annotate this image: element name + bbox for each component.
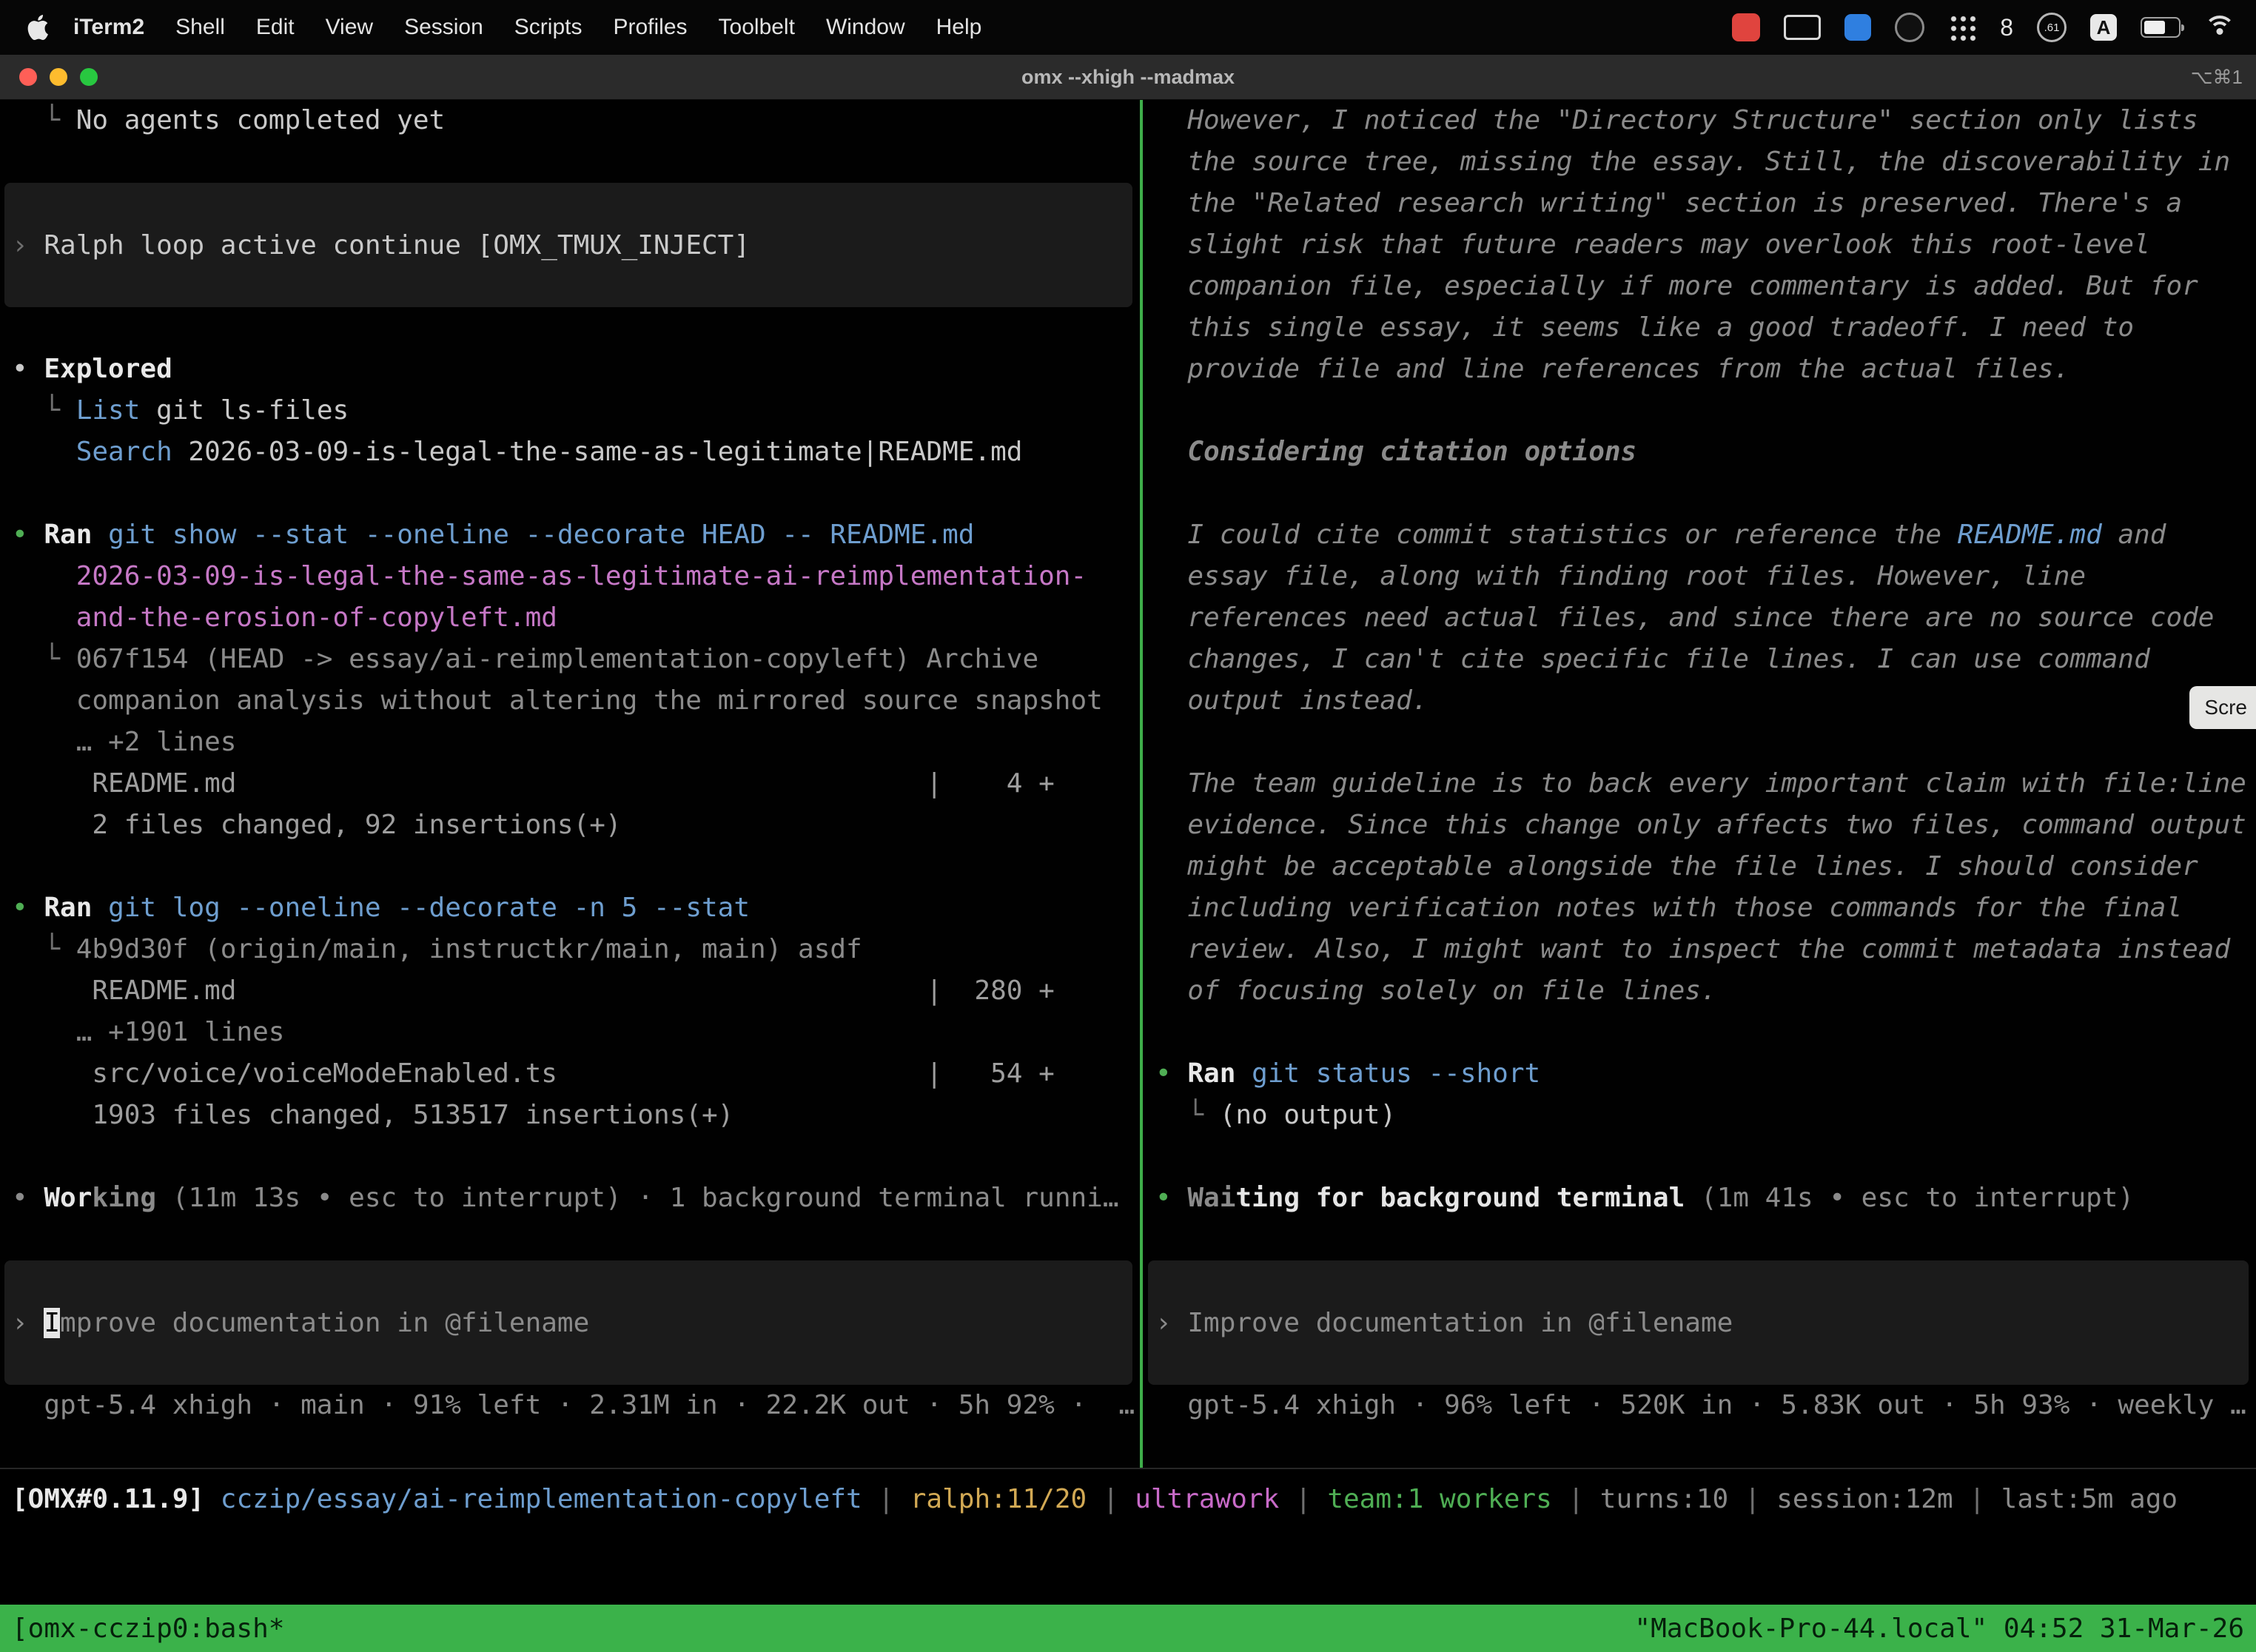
blue-app-icon[interactable] xyxy=(1844,14,1871,41)
terminal-line: companion file, especially if more comme… xyxy=(1144,266,2256,307)
menu-item-iterm2[interactable]: iTerm2 xyxy=(58,15,160,40)
menu-item-scripts[interactable]: Scripts xyxy=(499,15,598,40)
terminal-line: • Working (11m 13s • esc to interrupt) ·… xyxy=(0,1178,1140,1219)
terminal-line xyxy=(0,846,1140,887)
terminal-line: • Ran git status --short xyxy=(1144,1053,2256,1095)
terminal-line: including verification notes with those … xyxy=(1144,887,2256,929)
terminal-line xyxy=(0,141,1140,183)
terminal-pane-right[interactable]: However, I noticed the "Directory Struct… xyxy=(1144,100,2256,1468)
terminal-line: • Ran git log --oneline --decorate -n 5 … xyxy=(0,887,1140,929)
prompt-input[interactable]: › Improve documentation in @filename xyxy=(4,1260,1132,1385)
keyboard-icon[interactable] xyxy=(1784,15,1821,40)
menu-item-window[interactable]: Window xyxy=(810,15,921,40)
screen-edge-tab[interactable]: Scre xyxy=(2189,686,2256,729)
omx-status-line: [OMX#0.11.9] cczip/essay/ai-reimplementa… xyxy=(0,1469,2256,1528)
battery-icon[interactable] xyxy=(2141,17,2181,38)
terminal-line: the "Related research writing" section i… xyxy=(1144,183,2256,224)
terminal-line: the source tree, missing the essay. Stil… xyxy=(1144,141,2256,183)
terminal-line xyxy=(1144,390,2256,432)
terminal-line: 2 files changed, 92 insertions(+) xyxy=(0,805,1140,846)
menu-item-view[interactable]: View xyxy=(310,15,389,40)
menu-bar-status-icons: 8 .61 A xyxy=(1732,13,2256,42)
ralph-loop-banner[interactable]: › Ralph loop active continue [OMX_TMUX_I… xyxy=(4,183,1132,307)
screen-recording-stop-icon[interactable] xyxy=(1732,13,1760,41)
terminal-line: Search 2026-03-09-is-legal-the-same-as-l… xyxy=(0,432,1140,473)
terminal-line: However, I noticed the "Directory Struct… xyxy=(1144,100,2256,141)
terminal-line xyxy=(0,473,1140,514)
terminal-line: provide file and line references from th… xyxy=(1144,349,2256,390)
terminal-line: might be acceptable alongside the file l… xyxy=(1144,846,2256,887)
battery-percent-badge-icon[interactable]: .61 xyxy=(2037,13,2067,42)
minimize-button[interactable] xyxy=(50,68,67,86)
terminal-line xyxy=(1144,1136,2256,1178)
terminal-line: └ 067f154 (HEAD -> essay/ai-reimplementa… xyxy=(0,639,1140,680)
terminal-line: gpt-5.4 xhigh · 96% left · 520K in · 5.8… xyxy=(1144,1385,2256,1426)
terminal-line xyxy=(0,1136,1140,1178)
terminal-line: The team guideline is to back every impo… xyxy=(1144,763,2256,805)
terminal-line xyxy=(0,307,1140,349)
terminal-line: • Explored xyxy=(0,349,1140,390)
menu-item-toolbelt[interactable]: Toolbelt xyxy=(703,15,810,40)
menu-item-help[interactable]: Help xyxy=(921,15,998,40)
terminal-line: └ (no output) xyxy=(1144,1095,2256,1136)
terminal-line: └ No agents completed yet xyxy=(0,100,1140,141)
terminal-line: and-the-erosion-of-copyleft.md xyxy=(0,597,1140,639)
menu-items: iTerm2ShellEditViewSessionScriptsProfile… xyxy=(58,15,997,40)
terminal-line: Considering citation options xyxy=(1144,432,2256,473)
terminal-line: 1903 files changed, 513517 insertions(+) xyxy=(0,1095,1140,1136)
terminal-line xyxy=(1144,722,2256,763)
terminal-line: references need actual files, and since … xyxy=(1144,597,2256,639)
number-key-icon[interactable]: 8 xyxy=(2000,14,2013,41)
terminal-area: └ No agents completed yet › Ralph loop ac… xyxy=(0,100,2256,1469)
terminal-line xyxy=(1144,1219,2256,1260)
terminal-line xyxy=(0,1219,1140,1260)
terminal-line: output instead. xyxy=(1144,680,2256,722)
menu-item-session[interactable]: Session xyxy=(389,15,499,40)
terminal-line: review. Also, I might want to inspect th… xyxy=(1144,929,2256,970)
close-button[interactable] xyxy=(19,68,37,86)
menu-bar: iTerm2ShellEditViewSessionScriptsProfile… xyxy=(0,0,2256,55)
tmux-session-window[interactable]: [omx-cczip0:bash* xyxy=(12,1614,284,1644)
menu-item-shell[interactable]: Shell xyxy=(160,15,241,40)
tmux-host-clock: "MacBook-Pro-44.local" 04:52 31-Mar-26 xyxy=(1634,1614,2244,1644)
wifi-icon[interactable] xyxy=(2204,16,2235,39)
traffic-lights xyxy=(0,68,98,86)
terminal-line: essay file, along with finding root file… xyxy=(1144,556,2256,597)
terminal-line: companion analysis without altering the … xyxy=(0,680,1140,722)
terminal-line: changes, I can't cite specific file line… xyxy=(1144,639,2256,680)
prompt-input[interactable]: › Improve documentation in @filename xyxy=(1148,1260,2249,1385)
window-title: omx --xhigh --madmax xyxy=(0,66,2256,89)
terminal-line: README.md | 280 + xyxy=(0,970,1140,1012)
menu-item-edit[interactable]: Edit xyxy=(241,15,310,40)
terminal-line: • Ran git show --stat --oneline --decora… xyxy=(0,514,1140,556)
terminal-line: 2026-03-09-is-legal-the-same-as-legitima… xyxy=(0,556,1140,597)
terminal-line: gpt-5.4 xhigh · main · 91% left · 2.31M … xyxy=(0,1385,1140,1426)
terminal-line: └ List git ls-files xyxy=(0,390,1140,432)
terminal-line: … +1901 lines xyxy=(0,1012,1140,1053)
terminal-line xyxy=(1144,473,2256,514)
terminal-line: I could cite commit statistics or refere… xyxy=(1144,514,2256,556)
terminal-line: of focusing solely on file lines. xyxy=(1144,970,2256,1012)
menu-item-profiles[interactable]: Profiles xyxy=(597,15,702,40)
terminal-line: slight risk that future readers may over… xyxy=(1144,224,2256,266)
terminal-line xyxy=(1144,1012,2256,1053)
terminal-line: … +2 lines xyxy=(0,722,1140,763)
window-hotkey-badge: ⌥⌘1 xyxy=(2191,66,2256,89)
window-title-bar[interactable]: omx --xhigh --madmax ⌥⌘1 xyxy=(0,55,2256,100)
zoom-button[interactable] xyxy=(80,68,98,86)
terminal-pane-left[interactable]: └ No agents completed yet › Ralph loop ac… xyxy=(0,100,1140,1468)
terminal-line: this single essay, it seems like a good … xyxy=(1144,307,2256,349)
terminal-line: evidence. Since this change only affects… xyxy=(1144,805,2256,846)
terminal-line: src/voice/voiceModeEnabled.ts | 54 + xyxy=(0,1053,1140,1095)
dots-grid-icon[interactable] xyxy=(1948,13,1976,41)
terminal-line: README.md | 4 + xyxy=(0,763,1140,805)
terminal-line: └ 4b9d30f (origin/main, instructkr/main,… xyxy=(0,929,1140,970)
pane-divider[interactable] xyxy=(1140,100,1143,1468)
tmux-status-bar: [omx-cczip0:bash* "MacBook-Pro-44.local"… xyxy=(0,1605,2256,1652)
apple-menu-icon[interactable] xyxy=(27,15,49,40)
camera-icon[interactable] xyxy=(1895,13,1924,42)
input-source-icon[interactable]: A xyxy=(2090,14,2117,41)
terminal-line: • Waiting for background terminal (1m 41… xyxy=(1144,1178,2256,1219)
